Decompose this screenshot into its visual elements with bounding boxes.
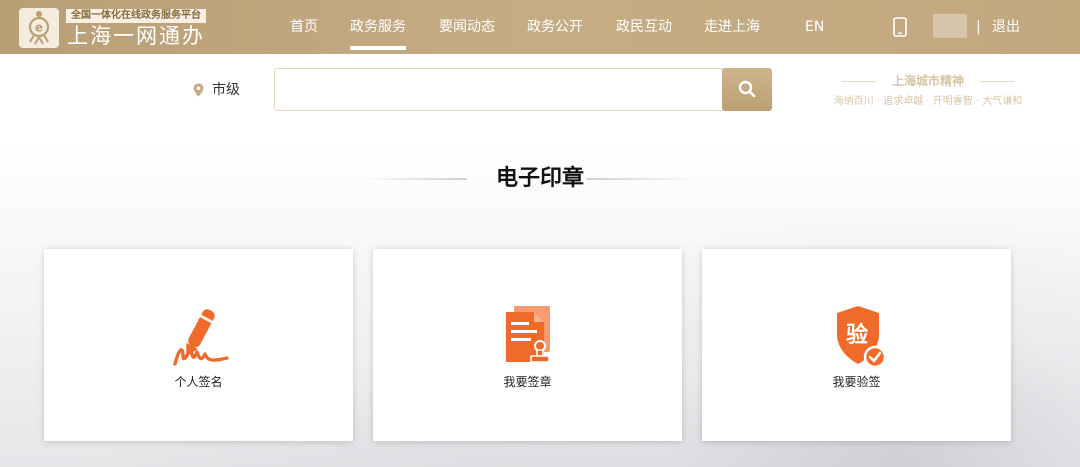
logo-title[interactable]: 上海一网通办	[67, 24, 205, 48]
title-divider-right	[587, 178, 697, 180]
nav-gov-disclosure[interactable]: 政务公开	[527, 18, 583, 36]
city-spirit-title: 上海城市精神	[842, 73, 1014, 89]
search-input[interactable]	[274, 68, 723, 111]
region-selector[interactable]: 市级	[212, 81, 240, 99]
nav-public-interaction[interactable]: 政民互动	[616, 18, 672, 36]
personal-signature-card[interactable]: 个人签名	[44, 249, 353, 441]
nav-home[interactable]: 首页	[290, 18, 318, 36]
nav-news[interactable]: 要闻动态	[439, 18, 495, 36]
nav-gov-services[interactable]: 政务服务	[350, 18, 406, 50]
city-spirit-slogan: 海纳百川 · 追求卓越 · 开明睿智 · 大气谦和	[833, 96, 1023, 107]
location-pin-icon[interactable]	[193, 83, 204, 97]
search-icon	[738, 80, 756, 98]
user-divider: |	[976, 19, 981, 35]
verify-seal-card[interactable]: 验 我要验签	[702, 249, 1011, 441]
search-button[interactable]	[722, 68, 772, 111]
apply-seal-card[interactable]: 我要签章	[373, 249, 682, 441]
card-label: 我要验签	[832, 375, 881, 389]
card-label: 个人签名	[174, 375, 223, 389]
mobile-phone-icon[interactable]	[893, 17, 907, 37]
card-label: 我要签章	[503, 375, 552, 389]
top-header: e 全国一体化在线政务服务平台 上海一网通办 首页 政务服务 要闻动态 政务公开…	[0, 0, 1080, 54]
nav-english[interactable]: EN	[805, 18, 824, 36]
logout-link[interactable]: 退出	[992, 18, 1020, 36]
logo-emblem-icon[interactable]: e	[19, 8, 59, 48]
verify-glyph: 验	[846, 322, 868, 348]
page-title: 电子印章	[495, 166, 584, 191]
document-stamp-icon	[506, 306, 550, 363]
logo-badge: 全国一体化在线政务服务平台	[66, 9, 206, 23]
nav-about-shanghai[interactable]: 走进上海	[704, 18, 760, 36]
verify-shield-icon: 验	[837, 306, 887, 368]
svg-text:e: e	[35, 21, 43, 35]
signature-pen-icon	[173, 309, 229, 366]
user-avatar[interactable]	[933, 14, 967, 38]
